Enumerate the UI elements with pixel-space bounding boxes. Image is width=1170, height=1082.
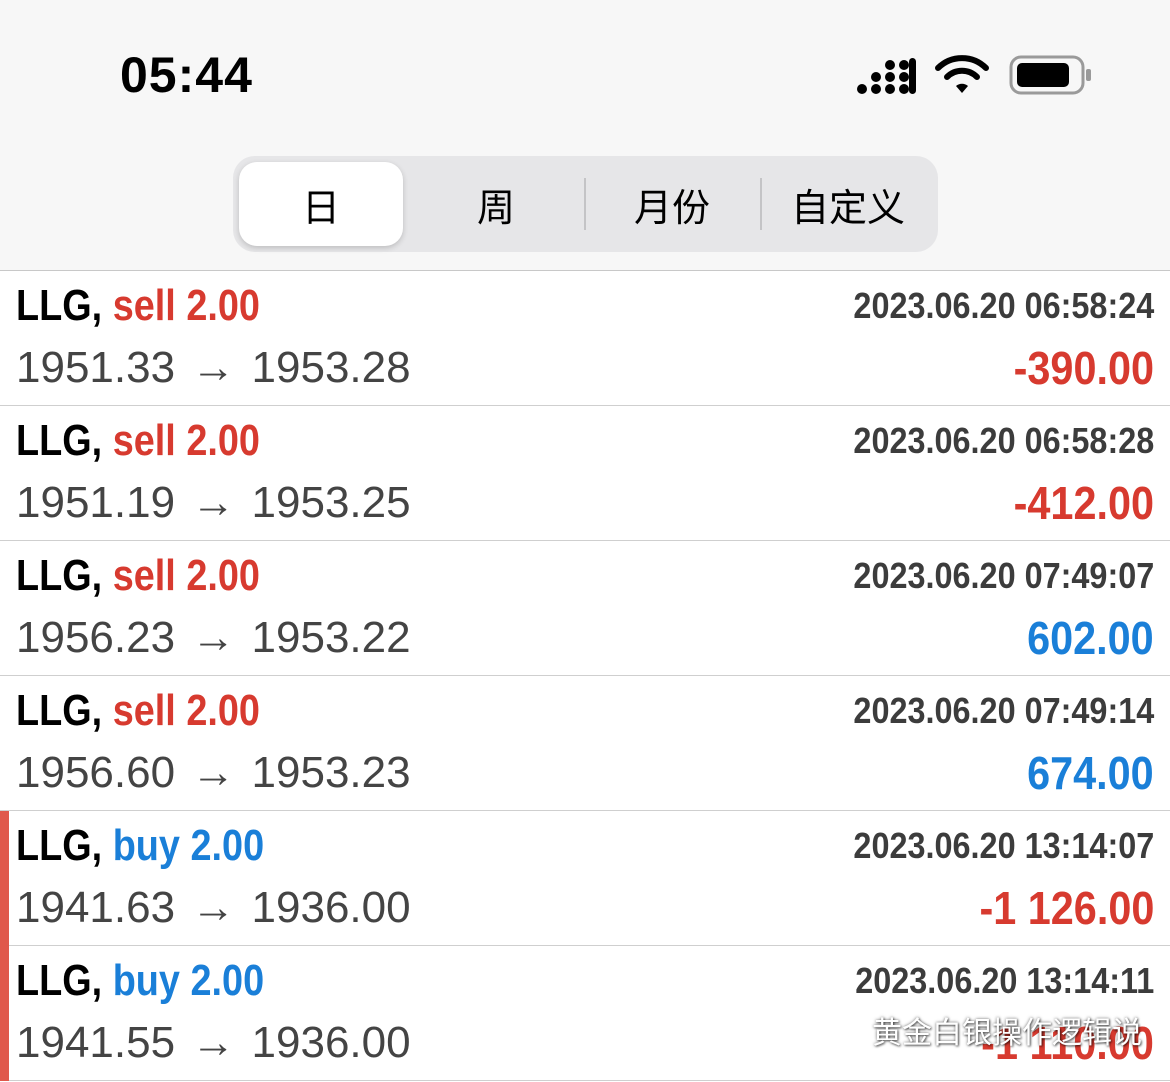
open-price: 1951.19 <box>16 478 176 527</box>
close-price: 1953.25 <box>251 478 411 527</box>
trade-prices: 1941.63 → 1936.00 <box>16 883 411 933</box>
trade-side: buy 2.00 <box>112 821 265 870</box>
tab-month[interactable]: 月份 <box>587 162 757 246</box>
trade-side: sell 2.00 <box>112 686 260 735</box>
open-price: 1941.63 <box>16 883 176 932</box>
trade-datetime: 2023.06.20 07:49:07 <box>853 555 1154 596</box>
open-price: 1956.23 <box>16 613 176 662</box>
trade-prices: 1956.23 → 1953.22 <box>16 613 411 663</box>
trade-row[interactable]: LLG, buy 2.00 2023.06.20 13:14:07 1941.6… <box>0 811 1170 946</box>
trade-row[interactable]: LLG, sell 2.00 2023.06.20 07:49:14 1956.… <box>0 676 1170 811</box>
tab-day[interactable]: 日 <box>239 162 403 246</box>
battery-icon <box>1009 55 1091 95</box>
trade-symbol: LLG, <box>16 551 103 600</box>
open-price: 1956.60 <box>16 748 176 797</box>
trade-side: buy 2.00 <box>112 956 265 1005</box>
arrow-right-icon: → <box>191 883 236 932</box>
trade-datetime: 2023.06.20 06:58:28 <box>853 420 1154 461</box>
arrow-right-icon: → <box>191 478 236 527</box>
tab-separator <box>760 178 762 230</box>
trade-datetime: 2023.06.20 07:49:14 <box>853 690 1154 731</box>
watermark: 黄金白银操作逻辑说 <box>818 1008 1142 1052</box>
tab-week[interactable]: 周 <box>411 162 581 246</box>
trade-symbol: LLG, <box>16 956 103 1005</box>
trade-profit: -1 126.00 <box>979 882 1154 934</box>
wifi-icon <box>935 55 989 93</box>
trade-history-list: LLG, sell 2.00 2023.06.20 06:58:24 1951.… <box>0 271 1170 1081</box>
trade-title: LLG, buy 2.00 <box>16 956 264 1006</box>
close-price: 1953.28 <box>251 343 411 392</box>
trade-row[interactable]: LLG, sell 2.00 2023.06.20 06:58:24 1951.… <box>0 271 1170 406</box>
tab-separator <box>584 178 586 230</box>
close-price: 1953.23 <box>251 748 411 797</box>
trade-prices: 1956.60 → 1953.23 <box>16 748 411 798</box>
arrow-right-icon: → <box>191 613 236 662</box>
signal-icon <box>857 58 916 94</box>
period-segmented-control: 日 周 月份 自定义 <box>233 156 938 252</box>
close-price: 1936.00 <box>251 1018 411 1067</box>
trade-title: LLG, sell 2.00 <box>16 281 260 331</box>
trade-symbol: LLG, <box>16 281 103 330</box>
open-price: 1951.33 <box>16 343 176 392</box>
trade-symbol: LLG, <box>16 821 103 870</box>
arrow-right-icon: → <box>191 748 236 797</box>
open-price: 1941.55 <box>16 1018 176 1067</box>
close-price: 1953.22 <box>251 613 411 662</box>
trade-title: LLG, buy 2.00 <box>16 821 264 871</box>
close-price: 1936.00 <box>251 883 411 932</box>
trade-title: LLG, sell 2.00 <box>16 686 260 736</box>
watermark-text: 黄金白银操作逻辑说 <box>872 1016 1142 1051</box>
arrow-right-icon: → <box>191 1018 236 1067</box>
trade-symbol: LLG, <box>16 416 103 465</box>
tab-custom[interactable]: 自定义 <box>763 162 933 246</box>
trade-profit: 602.00 <box>1027 612 1154 664</box>
trade-prices: 1941.55 → 1936.00 <box>16 1018 411 1068</box>
status-time: 05:44 <box>120 47 253 103</box>
trade-row[interactable]: LLG, sell 2.00 2023.06.20 06:58:28 1951.… <box>0 406 1170 541</box>
trade-prices: 1951.33 → 1953.28 <box>16 343 411 393</box>
trade-title: LLG, sell 2.00 <box>16 416 260 466</box>
trade-prices: 1951.19 → 1953.25 <box>16 478 411 528</box>
trade-symbol: LLG, <box>16 686 103 735</box>
header-area: 05:44 日 周 月份 自定义 <box>0 0 1170 271</box>
wechat-icon <box>819 1012 863 1047</box>
arrow-right-icon: → <box>191 343 236 392</box>
trade-side: sell 2.00 <box>112 551 260 600</box>
trade-side: sell 2.00 <box>112 416 260 465</box>
trade-profit: -390.00 <box>1013 342 1154 394</box>
trade-title: LLG, sell 2.00 <box>16 551 260 601</box>
trade-datetime: 2023.06.20 13:14:07 <box>853 825 1154 866</box>
trade-profit: -412.00 <box>1013 477 1154 529</box>
trade-row[interactable]: LLG, sell 2.00 2023.06.20 07:49:07 1956.… <box>0 541 1170 676</box>
trade-side: sell 2.00 <box>112 281 260 330</box>
trade-datetime: 2023.06.20 06:58:24 <box>853 285 1154 326</box>
trade-datetime: 2023.06.20 13:14:11 <box>854 960 1154 1001</box>
trade-profit: 674.00 <box>1027 747 1154 799</box>
